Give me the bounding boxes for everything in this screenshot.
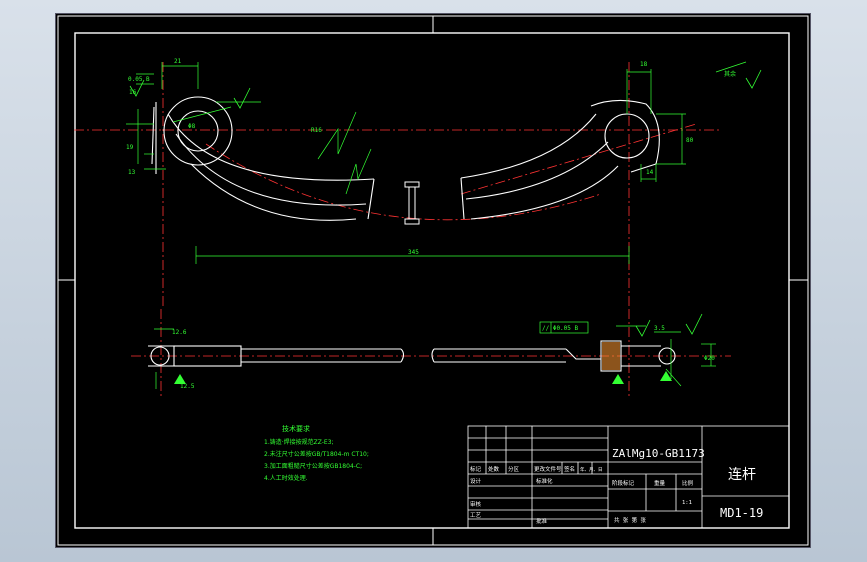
tech-item-1: 1.铸造·焊接按规范ZZ-E3; — [264, 438, 334, 446]
title-block: 标记 处数 分区 更改文件号 签名 年、月、日 设计 标准化 审核 工艺 批准 … — [467, 425, 790, 529]
dim-14: 14 — [646, 169, 654, 176]
tb-review: 审核 — [470, 500, 482, 508]
tb-process: 工艺 — [470, 512, 482, 519]
dim-phi-small: Φ8 — [188, 123, 196, 130]
dim-12-5: 12.5 — [180, 383, 195, 390]
tb-material: ZAlMg10-GB1173 — [612, 447, 705, 460]
tb-standardize: 标准化 — [536, 477, 553, 485]
dim-345: 345 — [408, 249, 419, 256]
centering-marks — [58, 16, 808, 545]
tb-label-mark: 标记 — [470, 465, 482, 473]
tb-sheet-info: 共 张 第 张 — [614, 516, 646, 524]
tb-stage-mark: 阶段标记 — [612, 479, 635, 487]
tb-weight: 重量 — [654, 479, 666, 487]
datum-triangles — [174, 371, 672, 384]
leader-tolerance: 0.05 B — [128, 76, 150, 83]
tb-label-sign: 签名 — [564, 465, 575, 473]
tb-part-name: 连杆 — [728, 467, 756, 483]
tb-scale: 1:1 — [682, 500, 692, 506]
dim-phi-big: Φ20 — [704, 355, 715, 362]
tb-ratio: 比例 — [682, 479, 694, 487]
leader-r16: R16 — [311, 127, 322, 134]
tb-design: 设计 — [470, 477, 482, 485]
tb-approve: 批准 — [536, 517, 548, 525]
tb-drawing-no: MD1-19 — [720, 506, 763, 520]
tech-item-3: 3.加工面粗糙尺寸公差按GB1804-C; — [264, 462, 362, 470]
dim-13: 13 — [128, 169, 136, 176]
tb-label-change: 更改文件号 — [534, 465, 562, 473]
tech-title: 技术要求 — [282, 424, 310, 433]
dim-21: 21 — [174, 58, 182, 65]
dim-18: 18 — [640, 61, 648, 68]
tech-item-2: 2.未注尺寸公差按GB/T1804-m CT10; — [264, 450, 369, 458]
tb-label-zone: 分区 — [508, 465, 520, 473]
roughness-note: 其余 — [724, 70, 736, 78]
tech-requirements: 技术要求 1.铸造·焊接按规范ZZ-E3; 2.未注尺寸公差按GB/T1804-… — [264, 424, 369, 482]
cad-viewport[interactable]: 21 18 345 80 14 16 19 13 R16 0.05 B Φ8 其… — [55, 13, 811, 548]
drawing-canvas: 21 18 345 80 14 16 19 13 R16 0.05 B Φ8 其… — [57, 15, 809, 546]
dim-19: 19 — [126, 144, 134, 151]
outer-border — [57, 15, 809, 546]
tb-label-count: 处数 — [488, 465, 500, 473]
dim-80: 80 — [686, 137, 694, 144]
tech-item-4: 4.人工时效处理. — [264, 474, 308, 482]
side-view: 12.6 12.5 // Φ0.05 B 3.5 Φ20 — [131, 309, 731, 399]
dim-3-5: 3.5 — [654, 325, 665, 332]
tb-label-date: 年、月、日 — [580, 466, 603, 473]
dim-12-6: 12.6 — [172, 329, 187, 336]
top-view: 21 18 345 80 14 16 19 13 R16 0.05 B Φ8 其… — [74, 58, 762, 309]
parallelism-frame: // Φ0.05 B — [542, 325, 579, 332]
